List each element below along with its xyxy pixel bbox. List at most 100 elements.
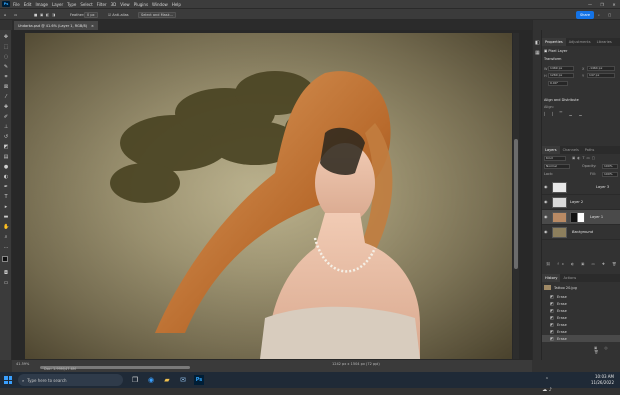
close-tab-icon[interactable]: × — [91, 24, 94, 28]
x-input[interactable]: -1464 px — [587, 66, 615, 71]
menu-help[interactable]: Help — [172, 2, 181, 7]
vertical-scrollbar[interactable] — [513, 33, 519, 359]
screen-mode-icon[interactable]: ▭ — [3, 280, 9, 286]
more-tools-icon[interactable]: … — [3, 244, 9, 250]
layer-name[interactable]: Background — [572, 230, 593, 234]
history-footer-icons[interactable]: ▣ ◎ 🗑 — [594, 346, 620, 354]
anti-alias-checkbox[interactable]: ☑ Anti-alias — [108, 12, 129, 18]
share-button[interactable]: Share — [576, 11, 594, 19]
frame-tool-icon[interactable]: ⊠ — [3, 84, 9, 90]
layer-name[interactable]: Layer 1 — [590, 215, 603, 219]
layer-row-layer-3[interactable]: ◉ Layer 3 — [542, 180, 620, 195]
subtract-selection-icon[interactable]: ◧ — [46, 12, 49, 18]
zoom-level[interactable]: 41.59% — [16, 362, 29, 366]
path-selection-tool-icon[interactable]: ▸ — [3, 204, 9, 210]
crop-tool-icon[interactable]: ⌗ — [3, 74, 9, 80]
menu-file[interactable]: File — [13, 2, 20, 7]
w-input[interactable]: 1469 px — [548, 66, 574, 71]
add-selection-icon[interactable]: ▣ — [40, 12, 43, 18]
menu-select[interactable]: Select — [80, 2, 92, 7]
menu-window[interactable]: Window — [152, 2, 168, 7]
home-icon[interactable]: ⌂ — [4, 12, 6, 18]
new-selection-icon[interactable]: ■ — [34, 12, 37, 18]
history-item[interactable]: ◩ Erase — [542, 321, 620, 328]
layer-row-background[interactable]: ◉ Background — [542, 225, 620, 240]
photoshop-logo[interactable]: Ps — [2, 1, 10, 7]
menu-edit[interactable]: Edit — [24, 2, 32, 7]
document-canvas[interactable] — [25, 33, 512, 359]
foreground-color-swatch[interactable] — [2, 256, 8, 262]
tab-paths[interactable]: Paths — [582, 146, 598, 154]
gradient-tool-icon[interactable]: ▤ — [3, 154, 9, 160]
blur-tool-icon[interactable]: ● — [3, 164, 9, 170]
angle-input[interactable]: 0.00° — [548, 81, 568, 86]
history-brush-tool-icon[interactable]: ↺ — [3, 134, 9, 140]
h-input[interactable]: 1260 px — [548, 73, 574, 78]
visibility-eye-icon[interactable]: ◉ — [544, 200, 548, 204]
tab-actions[interactable]: Actions — [560, 274, 579, 282]
history-item[interactable]: ◩ Erase — [542, 300, 620, 307]
dodge-tool-icon[interactable]: ◐ — [3, 174, 9, 180]
hand-tool-icon[interactable]: ✋ — [3, 224, 9, 230]
layers-footer-icons[interactable]: ⛓ fx ◐ ▣ ▭ ✚ 🗑 — [546, 262, 619, 266]
vertical-scroll-thumb[interactable] — [514, 139, 518, 269]
history-item[interactable]: ◩ Erase — [542, 328, 620, 335]
zoom-tool-icon[interactable]: ⌕ — [3, 234, 9, 240]
history-item[interactable]: ◩ Erase — [542, 293, 620, 300]
visibility-eye-icon[interactable]: ◉ — [544, 230, 548, 234]
tab-channels[interactable]: Channels — [560, 146, 582, 154]
menu-view[interactable]: View — [120, 2, 130, 7]
edge-browser-icon[interactable]: ◉ — [146, 375, 156, 385]
history-snapshot[interactable]: Tattoo 20.jpg — [542, 284, 620, 291]
quick-mask-icon[interactable]: ◘ — [3, 270, 9, 276]
menu-type[interactable]: Type — [67, 2, 76, 7]
file-explorer-icon[interactable]: ▰ — [162, 375, 172, 385]
marquee-tool-preset-icon[interactable]: ▭ — [14, 12, 17, 18]
align-buttons[interactable]: ▏▕ ▔ ▁ ▁ — [544, 112, 585, 116]
swatches-panel-icon[interactable]: ▦ — [535, 50, 540, 56]
history-item-current[interactable]: ◩ Erase — [542, 335, 620, 342]
start-button-icon[interactable] — [4, 376, 12, 384]
system-tray-icons[interactable]: ⌃ ☁ ♪ — [542, 375, 552, 393]
tab-libraries[interactable]: Libraries — [594, 38, 615, 46]
layer-name[interactable]: Layer 3 — [596, 185, 609, 189]
brush-tool-icon[interactable]: ✐ — [3, 114, 9, 120]
layer-mask-thumbnail[interactable] — [570, 212, 585, 223]
layer-filter-select[interactable]: Kind — [544, 156, 566, 161]
color-panel-icon[interactable]: ◧ — [535, 40, 540, 46]
tab-adjustments[interactable]: Adjustments — [566, 38, 594, 46]
tab-properties[interactable]: Properties — [542, 38, 566, 46]
task-view-icon[interactable]: ❐ — [130, 375, 140, 385]
document-tab[interactable]: Undarka.psd @ 41.6% (Layer 1, RGB/8) × — [14, 21, 98, 30]
fill-input[interactable]: 100% — [602, 172, 618, 177]
clone-stamp-tool-icon[interactable]: ⊥ — [3, 124, 9, 130]
align-section-title[interactable]: Align and Distribute — [544, 98, 579, 102]
transform-section-title[interactable]: Transform — [544, 57, 561, 61]
menu-filter[interactable]: Filter — [97, 2, 107, 7]
minimize-button[interactable]: — — [584, 0, 596, 8]
y-input[interactable]: 147 px — [587, 73, 615, 78]
move-tool-icon[interactable]: ✥ — [3, 34, 9, 40]
taskbar-search-input[interactable]: ⌕ Type here to search — [18, 374, 123, 386]
quick-select-tool-icon[interactable]: ✎ — [3, 64, 9, 70]
shape-tool-icon[interactable]: ▬ — [3, 214, 9, 220]
eyedropper-tool-icon[interactable]: ⁄ — [3, 94, 9, 100]
tab-history[interactable]: History — [542, 274, 561, 282]
select-and-mask-button[interactable]: Select and Mask... — [138, 12, 176, 18]
lasso-tool-icon[interactable]: ◌ — [3, 54, 9, 60]
mail-icon[interactable]: ✉ — [178, 375, 188, 385]
eraser-tool-icon[interactable]: ◩ — [3, 144, 9, 150]
layer-row-layer-2[interactable]: ◉ Layer 2 — [542, 195, 620, 210]
layer-filter-icons[interactable]: ▣◐T▭▢ — [572, 156, 597, 160]
history-item[interactable]: ◩ Erase — [542, 314, 620, 321]
feather-input[interactable]: 0 px — [84, 12, 98, 18]
marquee-tool-icon[interactable]: ⬚ — [3, 44, 9, 50]
blend-mode-select[interactable]: Normal — [544, 164, 570, 169]
history-item[interactable]: ◩ Erase — [542, 307, 620, 314]
menu-3d[interactable]: 3D — [111, 2, 117, 7]
workspace-icon[interactable]: ▢ — [608, 12, 611, 18]
visibility-eye-icon[interactable]: ◉ — [544, 185, 548, 189]
tab-layers[interactable]: Layers — [542, 146, 560, 154]
search-icon[interactable]: ⌕ — [598, 12, 600, 18]
close-window-button[interactable]: ✕ — [608, 0, 620, 8]
